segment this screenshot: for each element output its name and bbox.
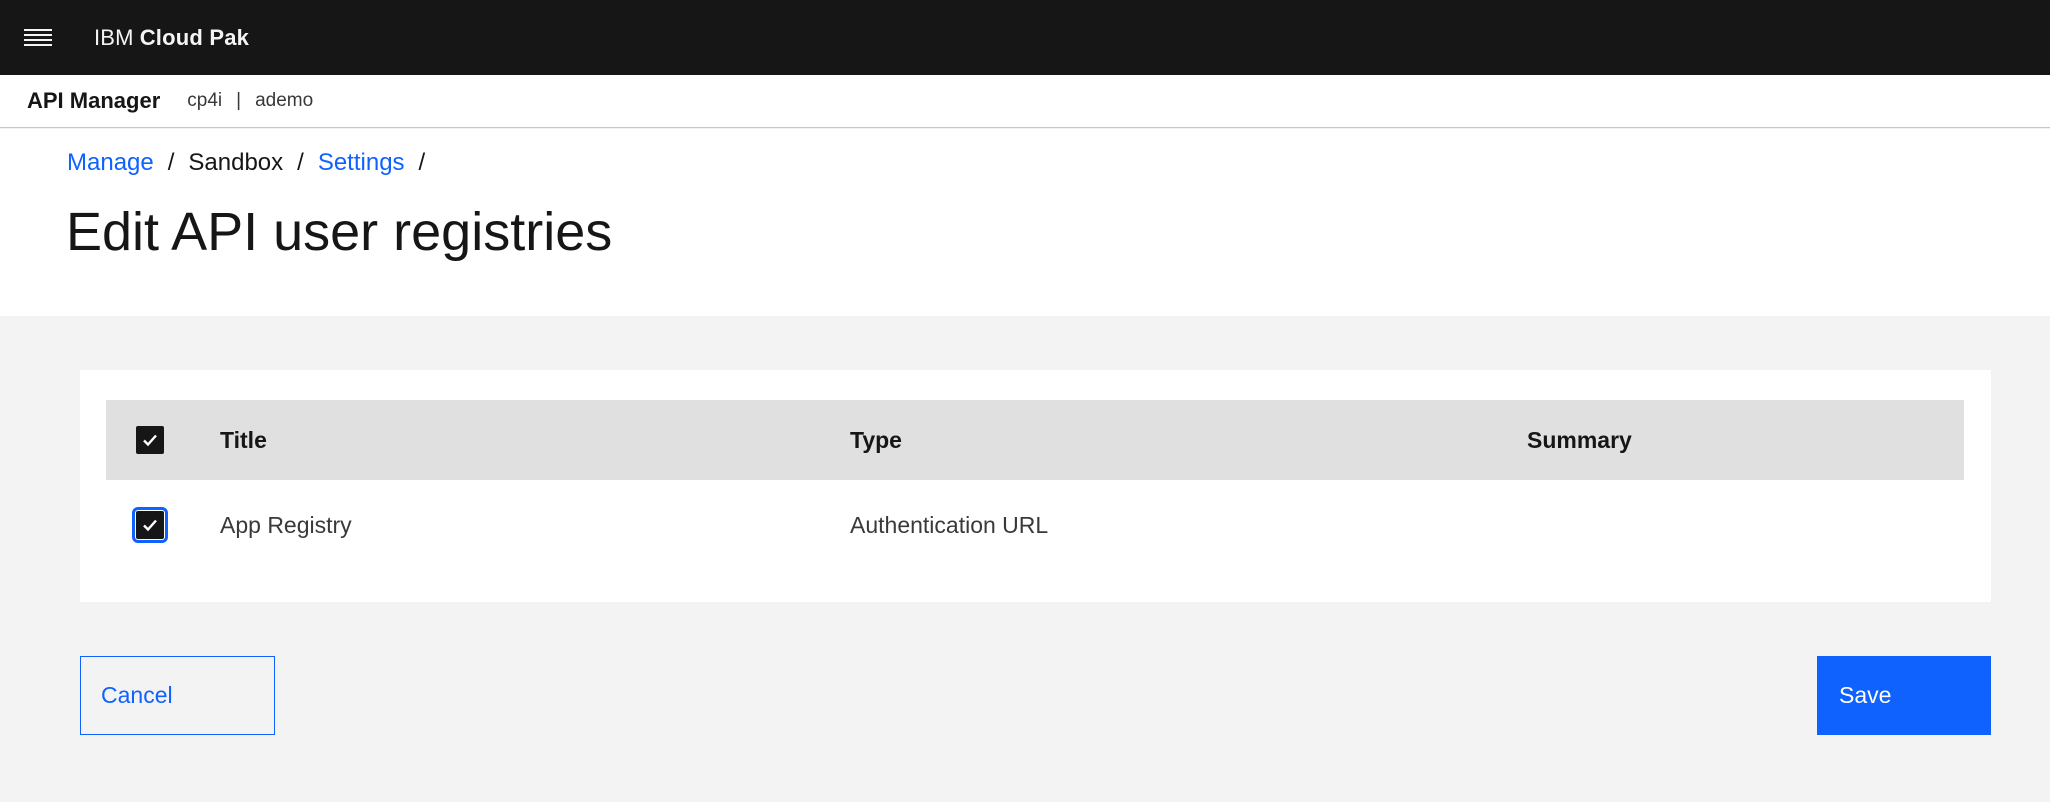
context-org: cp4i xyxy=(187,90,223,111)
hamburger-icon-graphic xyxy=(23,28,52,46)
breadcrumb: Manage / Sandbox / Settings / xyxy=(67,149,439,177)
page-header: Manage / Sandbox / Settings / Edit API u… xyxy=(0,129,2050,316)
table-row: App Registry Authentication URL xyxy=(106,480,1964,570)
product-brand[interactable]: IBM Cloud Pak xyxy=(94,25,249,51)
row-title-cell: App Registry xyxy=(220,511,352,538)
context-user: ademo xyxy=(255,90,314,111)
row-type-cell: Authentication URL xyxy=(850,511,1049,538)
column-header-summary[interactable]: Summary xyxy=(1527,427,1964,454)
hamburger-menu-icon[interactable] xyxy=(0,0,75,75)
breadcrumb-separator: / xyxy=(167,149,175,176)
breadcrumb-manage-link[interactable]: Manage xyxy=(67,149,154,177)
brand-name: Cloud Pak xyxy=(139,24,250,50)
select-all-checkbox[interactable] xyxy=(136,426,164,454)
brand-prefix: IBM xyxy=(94,24,134,50)
cancel-button[interactable]: Cancel xyxy=(80,656,275,735)
breadcrumb-settings-link[interactable]: Settings xyxy=(318,149,405,177)
row-select-checkbox[interactable] xyxy=(132,507,168,543)
save-button[interactable]: Save xyxy=(1817,656,1991,735)
top-navigation-bar: IBM Cloud Pak xyxy=(0,0,2050,75)
context-separator: | xyxy=(236,90,242,111)
app-context-bar: API Manager cp4i | ademo xyxy=(0,75,2050,128)
checkmark-icon xyxy=(143,434,157,447)
breadcrumb-sandbox: Sandbox xyxy=(188,149,284,176)
page-title: Edit API user registries xyxy=(66,202,613,262)
breadcrumb-separator: / xyxy=(297,149,304,176)
select-all-cell xyxy=(106,426,220,454)
column-header-type[interactable]: Type xyxy=(850,427,1527,454)
registries-table-card: Title Type Summary App Registry Authenti… xyxy=(80,370,1991,602)
column-header-title[interactable]: Title xyxy=(220,427,850,454)
row-select-cell xyxy=(106,507,220,543)
checkmark-icon xyxy=(143,519,157,532)
app-name: API Manager xyxy=(27,88,161,113)
table-header-row: Title Type Summary xyxy=(106,400,1964,480)
breadcrumb-separator: / xyxy=(418,149,426,176)
context-info: cp4i | ademo xyxy=(187,90,313,112)
